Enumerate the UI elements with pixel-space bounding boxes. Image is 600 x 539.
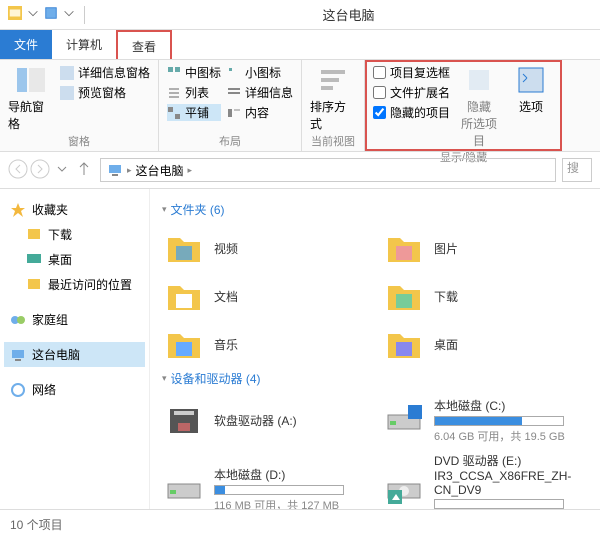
group-label: 布局: [167, 133, 293, 149]
crumb-item[interactable]: 这台电脑: [136, 162, 184, 179]
ribbon-tabs: 文件 计算机 查看: [0, 30, 600, 60]
nav-pane-button[interactable]: 导航窗格: [8, 64, 54, 133]
options-button[interactable]: 选项: [508, 64, 554, 149]
search-input[interactable]: 搜: [562, 158, 592, 182]
sidebar: 收藏夹 下载 桌面 最近访问的位置 家庭组 这台电脑 网络: [0, 189, 150, 509]
tab-view[interactable]: 查看: [116, 30, 172, 59]
content-area: ▾文件夹 (6) 视频图片文档下载音乐桌面 ▾设备和驱动器 (4) 软盘驱动器 …: [150, 189, 600, 509]
folder-item[interactable]: 桌面: [382, 322, 582, 366]
details-button[interactable]: 详细信息: [227, 84, 293, 101]
main-area: 收藏夹 下载 桌面 最近访问的位置 家庭组 这台电脑 网络 ▾文件夹 (6) 视…: [0, 189, 600, 509]
section-folders[interactable]: ▾文件夹 (6): [162, 201, 588, 218]
dropdown-icon[interactable]: [52, 159, 72, 182]
status-bar: 10 个项目: [0, 509, 600, 539]
app-icon: [8, 6, 22, 23]
sidebar-item-network[interactable]: 网络: [4, 377, 145, 402]
sidebar-item-homegroup[interactable]: 家庭组: [4, 307, 145, 332]
forward-icon[interactable]: [30, 159, 50, 182]
separator: [84, 6, 85, 24]
sidebar-item-downloads[interactable]: 下载: [4, 222, 145, 247]
address-bar: ▸ 这台电脑 ▸ 搜: [0, 152, 600, 189]
checkbox-extensions[interactable]: 文件扩展名: [373, 84, 450, 101]
ribbon: 导航窗格 详细信息窗格 预览窗格 窗格 中图标 列表 平铺 小图标 详细信息 内…: [0, 60, 600, 152]
title-bar: 这台电脑: [0, 0, 600, 30]
folder-item[interactable]: 文档: [162, 274, 362, 318]
caret-icon[interactable]: [26, 6, 40, 23]
drive-list: 软盘驱动器 (A:) 本地磁盘 (C:)6.04 GB 可用，共 19.5 GB 本…: [162, 395, 588, 509]
hide-selected-button[interactable]: 隐藏 所选项目: [456, 64, 502, 149]
label: 隐藏 所选项目: [456, 98, 502, 149]
sidebar-item-recent[interactable]: 最近访问的位置: [4, 272, 145, 297]
group-label: 当前视图: [310, 133, 356, 149]
tab-file[interactable]: 文件: [0, 30, 52, 59]
sidebar-item-thispc[interactable]: 这台电脑: [4, 342, 145, 367]
tile-button[interactable]: 平铺: [167, 104, 221, 121]
computer-icon: [107, 162, 123, 178]
group-label: 窗格: [8, 133, 150, 149]
medium-icons-button[interactable]: 中图标: [167, 64, 221, 81]
folder-list: 视频图片文档下载音乐桌面: [162, 226, 588, 366]
props-icon[interactable]: [44, 6, 58, 23]
ribbon-group-current-view: 排序方式 当前视图: [302, 60, 365, 151]
quick-access-toolbar: [0, 6, 97, 24]
sort-button[interactable]: 排序方式: [310, 64, 356, 133]
sidebar-item-desktop[interactable]: 桌面: [4, 247, 145, 272]
drive-item[interactable]: 本地磁盘 (C:)6.04 GB 可用，共 19.5 GB: [382, 395, 582, 446]
preview-pane-button[interactable]: 预览窗格: [60, 84, 150, 101]
folder-item[interactable]: 图片: [382, 226, 582, 270]
folder-item[interactable]: 视频: [162, 226, 362, 270]
nav-pane-label: 导航窗格: [8, 98, 54, 132]
caret-icon[interactable]: [62, 6, 76, 23]
chevron-icon[interactable]: ▸: [127, 165, 132, 176]
folder-item[interactable]: 音乐: [162, 322, 362, 366]
label: 选项: [519, 98, 543, 115]
folder-item[interactable]: 下载: [382, 274, 582, 318]
drive-item[interactable]: 软盘驱动器 (A:): [162, 395, 362, 446]
detail-pane-button[interactable]: 详细信息窗格: [60, 64, 150, 81]
ribbon-group-layout: 中图标 列表 平铺 小图标 详细信息 内容 布局: [159, 60, 302, 151]
sidebar-item-favorites[interactable]: 收藏夹: [4, 197, 145, 222]
sort-label: 排序方式: [310, 98, 356, 132]
back-icon[interactable]: [8, 159, 28, 182]
section-devices[interactable]: ▾设备和驱动器 (4): [162, 370, 588, 387]
ribbon-group-show-hide: 项目复选框 文件扩展名 隐藏的项目 隐藏 所选项目 选项 显示/隐藏: [365, 60, 562, 151]
chevron-icon[interactable]: ▸: [188, 165, 193, 176]
drive-item[interactable]: 本地磁盘 (D:)116 MB 可用，共 127 MB: [162, 450, 362, 509]
breadcrumb[interactable]: ▸ 这台电脑 ▸: [100, 158, 556, 182]
up-icon[interactable]: [74, 159, 94, 182]
small-icons-button[interactable]: 小图标: [227, 64, 293, 81]
ribbon-group-panes: 导航窗格 详细信息窗格 预览窗格 窗格: [0, 60, 159, 151]
content-button[interactable]: 内容: [227, 104, 293, 121]
checkbox-hidden-items[interactable]: 隐藏的项目: [373, 104, 450, 121]
drive-item[interactable]: DVD 驱动器 (E:)IR3_CCSA_X86FRE_ZH-CN_DV90 字…: [382, 450, 582, 509]
checkbox-item-boxes[interactable]: 项目复选框: [373, 64, 450, 81]
window-title: 这台电脑: [97, 5, 600, 24]
tab-computer[interactable]: 计算机: [52, 30, 116, 59]
list-button[interactable]: 列表: [167, 84, 221, 101]
nav-arrows: [8, 159, 94, 182]
